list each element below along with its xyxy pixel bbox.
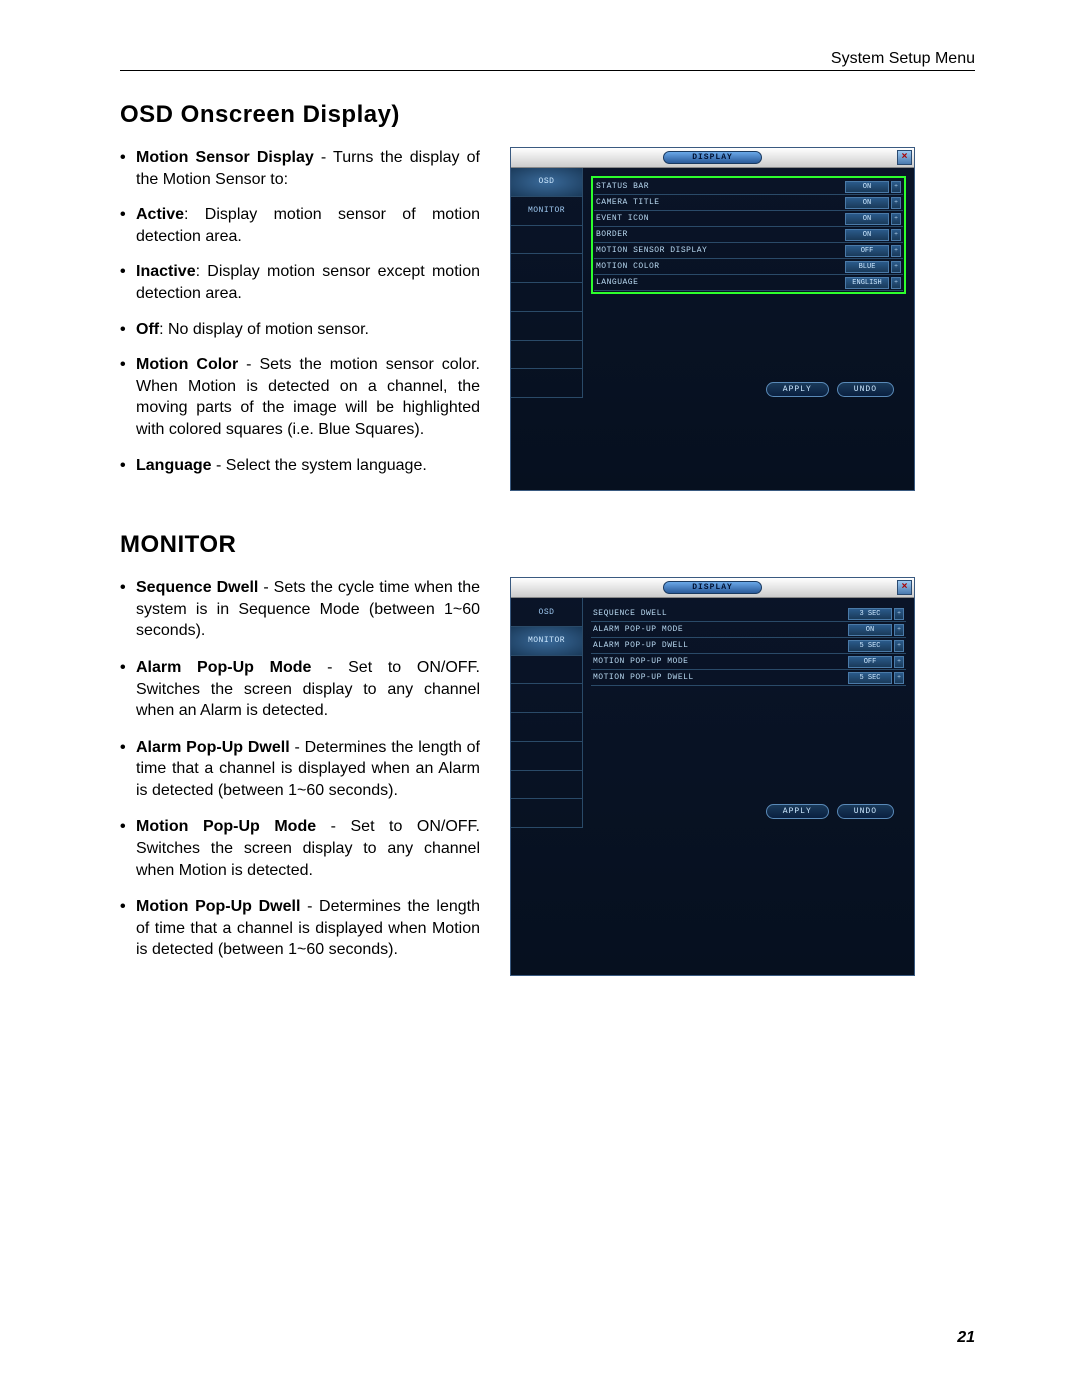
row-border: BORDERON÷ (594, 227, 903, 243)
row-camera-title: CAMERA TITLEON÷ (594, 195, 903, 211)
osd-text-column: Motion Sensor Display - Turns the displa… (120, 147, 480, 491)
bullet-motion-popup-mode: Motion Pop-Up Mode - Set to ON/OFF. Swit… (136, 816, 480, 881)
section-title-osd: OSD Onscreen Display) (120, 101, 975, 129)
row-alarm-popup-dwell: ALARM POP-UP DWELL5 SEC÷ (591, 638, 906, 654)
row-event-icon: EVENT ICONON÷ (594, 211, 903, 227)
dvr2-sidebar: OSD MONITOR (511, 598, 583, 828)
close-icon[interactable]: × (897, 580, 912, 595)
bullet-alarm-popup-dwell: Alarm Pop-Up Dwell - Determines the leng… (136, 737, 480, 802)
monitor-text-column: Sequence Dwell - Sets the cycle time whe… (120, 577, 480, 976)
osd-screenshot-panel: DISPLAY × OSD MONITOR STATUS BARON÷ CAME… (510, 147, 915, 491)
row-motion-popup-dwell: MOTION POP-UP DWELL5 SEC÷ (591, 670, 906, 686)
row-language: LANGUAGEENGLISH÷ (594, 275, 903, 291)
bullet-motion-popup-dwell: Motion Pop-Up Dwell - Determines the len… (136, 896, 480, 961)
dvr2-titlebar: DISPLAY × (511, 578, 914, 598)
dvr1-sidebar: OSD MONITOR (511, 168, 583, 398)
bullet-alarm-popup-mode: Alarm Pop-Up Mode - Set to ON/OFF. Switc… (136, 657, 480, 722)
dvr1-titlebar: DISPLAY × (511, 148, 914, 168)
tab-monitor[interactable]: MONITOR (511, 197, 582, 226)
row-status-bar: STATUS BARON÷ (594, 179, 903, 195)
osd-highlight-box: STATUS BARON÷ CAMERA TITLEON÷ EVENT ICON… (591, 176, 906, 294)
stepper-icon[interactable]: ÷ (894, 624, 904, 636)
stepper-icon[interactable]: ÷ (891, 197, 901, 209)
bullet-motion-color: Motion Color - Sets the motion sensor co… (136, 354, 480, 440)
stepper-icon[interactable]: ÷ (891, 181, 901, 193)
monitor-screenshot-panel: DISPLAY × OSD MONITOR SEQUENCE DWELL3 SE… (510, 577, 915, 976)
val-status-bar[interactable]: ON (845, 181, 889, 193)
bullet-off: Off: No display of motion sensor. (136, 319, 480, 341)
undo-button[interactable]: UNDO (837, 382, 894, 397)
stepper-icon[interactable]: ÷ (894, 640, 904, 652)
bullet-sequence-dwell: Sequence Dwell - Sets the cycle time whe… (136, 577, 480, 642)
tab-monitor[interactable]: MONITOR (511, 627, 582, 656)
tab-osd[interactable]: OSD (511, 598, 582, 627)
stepper-icon[interactable]: ÷ (891, 229, 901, 241)
row-motion-sensor-display: MOTION SENSOR DISPLAYOFF÷ (594, 243, 903, 259)
stepper-icon[interactable]: ÷ (894, 672, 904, 684)
row-alarm-popup-mode: ALARM POP-UP MODEON÷ (591, 622, 906, 638)
undo-button[interactable]: UNDO (837, 804, 894, 819)
dvr1-title: DISPLAY (663, 151, 762, 164)
row-motion-color: MOTION COLORBLUE÷ (594, 259, 903, 275)
apply-button[interactable]: APPLY (766, 382, 829, 397)
header-rule (120, 70, 975, 71)
bullet-inactive: Inactive: Display motion sensor except m… (136, 261, 480, 304)
header-label: System Setup Menu (120, 50, 975, 68)
row-motion-popup-mode: MOTION POP-UP MODEOFF÷ (591, 654, 906, 670)
bullet-active: Active: Display motion sensor of motion … (136, 204, 480, 247)
stepper-icon[interactable]: ÷ (891, 245, 901, 257)
stepper-icon[interactable]: ÷ (891, 213, 901, 225)
row-sequence-dwell: SEQUENCE DWELL3 SEC÷ (591, 606, 906, 622)
stepper-icon[interactable]: ÷ (891, 277, 901, 289)
dvr2-title: DISPLAY (663, 581, 762, 594)
apply-button[interactable]: APPLY (766, 804, 829, 819)
stepper-icon[interactable]: ÷ (894, 608, 904, 620)
tab-osd[interactable]: OSD (511, 168, 582, 197)
close-icon[interactable]: × (897, 150, 912, 165)
section-title-monitor: MONITOR (120, 531, 975, 559)
bullet-language: Language - Select the system language. (136, 455, 480, 477)
bullet-motion-sensor-display: Motion Sensor Display - Turns the displa… (136, 147, 480, 476)
stepper-icon[interactable]: ÷ (891, 261, 901, 273)
page-number: 21 (957, 1329, 975, 1347)
stepper-icon[interactable]: ÷ (894, 656, 904, 668)
